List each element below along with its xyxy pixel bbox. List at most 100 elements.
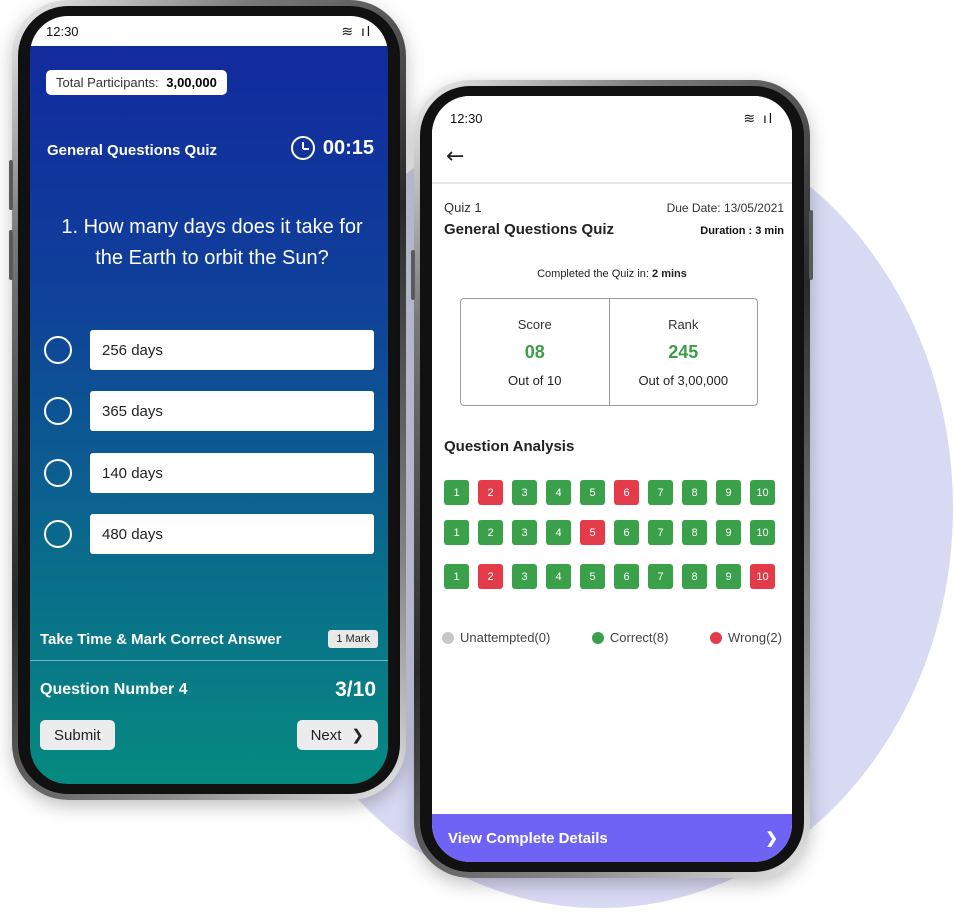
answer-option[interactable]: 256 days [44, 330, 374, 370]
question-cell-correct[interactable]: 8 [682, 520, 707, 545]
volume-button [9, 230, 13, 280]
radio-button[interactable] [44, 336, 72, 364]
quiz-meta: Quiz 1 Due Date: 13/05/2021 General Ques… [444, 200, 784, 238]
divider [30, 660, 388, 661]
question-cell-wrong[interactable]: 10 [750, 564, 775, 589]
radio-button[interactable] [44, 397, 72, 425]
question-cell-correct[interactable]: 4 [546, 480, 571, 505]
volume-button [411, 250, 415, 300]
legend-correct: Correct(8) [591, 630, 668, 645]
submit-button[interactable]: Submit [40, 720, 115, 750]
back-arrow-icon[interactable]: ← [446, 144, 464, 169]
analysis-row: 1 2 3 4 5 6 7 8 9 10 [444, 520, 775, 545]
quiz-phone: 12:30 ≋ ıl Total Participants: 3,00,000 … [9, 0, 406, 800]
score-label: Score [517, 316, 552, 332]
question-cell-wrong[interactable]: 6 [614, 480, 639, 505]
header-divider [432, 182, 792, 184]
option-label[interactable]: 140 days [90, 453, 374, 493]
option-label[interactable]: 365 days [90, 391, 374, 431]
score-rank-card: Score 08 Out of 10 Rank 245 Out of 3,00,… [460, 298, 758, 406]
legend-unattempted-label: Unattempted(0) [460, 630, 551, 645]
question-cell-correct[interactable]: 5 [580, 480, 605, 505]
score-total: Out of 10 [508, 372, 562, 388]
question-cell-correct[interactable]: 1 [444, 520, 469, 545]
answer-option[interactable]: 140 days [44, 453, 374, 493]
question-cell-wrong[interactable]: 2 [478, 564, 503, 589]
question-cell-correct[interactable]: 9 [716, 564, 741, 589]
question-cell-correct[interactable]: 4 [546, 520, 571, 545]
question-cell-correct[interactable]: 7 [648, 564, 673, 589]
answer-option[interactable]: 365 days [44, 391, 374, 431]
wrong-dot-icon [710, 631, 723, 644]
question-cell-correct[interactable]: 6 [614, 520, 639, 545]
next-button[interactable]: Next ❯ [296, 720, 378, 750]
quiz-duration: Duration : 3 min [700, 225, 784, 237]
question-cell-wrong[interactable]: 2 [478, 480, 503, 505]
answer-option[interactable]: 480 days [44, 514, 374, 554]
completion-value: 2 mins [652, 268, 687, 280]
option-label[interactable]: 256 days [90, 330, 374, 370]
question-cell-correct[interactable]: 1 [444, 564, 469, 589]
analysis-row: 1 2 3 4 5 6 7 8 9 10 [444, 564, 775, 589]
status-time: 12:30 [450, 110, 483, 126]
analysis-legend: Unattempted(0) Correct(8) Wrong(2) [442, 630, 782, 645]
option-label[interactable]: 480 days [90, 514, 374, 554]
submit-label: Submit [54, 726, 101, 744]
question-cell-correct[interactable]: 8 [682, 564, 707, 589]
unattempted-dot-icon [442, 631, 454, 644]
wifi-signal-icon: ≋ ıl [341, 22, 372, 39]
status-bar: 12:30 ≋ ıl [432, 96, 792, 140]
legend-wrong-label: Wrong(2) [728, 630, 782, 645]
question-cell-correct[interactable]: 3 [512, 480, 537, 505]
clock-icon [290, 136, 315, 160]
correct-dot-icon [591, 631, 604, 644]
power-button [809, 210, 813, 280]
quiz-screen: 12:30 ≋ ıl Total Participants: 3,00,000 … [30, 16, 388, 784]
results-phone: 12:30 ≋ ıl ← Quiz 1 Due Date: 13/05/2021… [411, 80, 813, 878]
question-text: 1. How many days does it take for the Ea… [61, 216, 363, 269]
question-cell-wrong[interactable]: 5 [580, 520, 605, 545]
instruction-row: Take Time & Mark Correct Answer 1 Mark [40, 630, 378, 648]
results-screen: 12:30 ≋ ıl ← Quiz 1 Due Date: 13/05/2021… [432, 96, 792, 862]
question-progress: 3/10 [335, 678, 376, 701]
rank-column: Rank 245 Out of 3,00,000 [608, 299, 758, 405]
participants-value: 3,00,000 [166, 75, 217, 90]
radio-button[interactable] [44, 459, 72, 487]
timer-value: 00:15 [322, 136, 374, 159]
legend-wrong: Wrong(2) [710, 630, 782, 645]
question-cell-correct[interactable]: 9 [716, 520, 741, 545]
due-date: Due Date: 13/05/2021 [666, 201, 784, 215]
wifi-signal-icon: ≋ ıl [743, 109, 774, 126]
question-cell-correct[interactable]: 4 [546, 564, 571, 589]
question-cell-correct[interactable]: 3 [512, 520, 537, 545]
question-cell-correct[interactable]: 7 [648, 520, 673, 545]
question-cell-correct[interactable]: 9 [716, 480, 741, 505]
question-cell-correct[interactable]: 1 [444, 480, 469, 505]
question-number-row: Question Number 4 3/10 [40, 678, 376, 702]
question-cell-correct[interactable]: 8 [682, 480, 707, 505]
question-cell-correct[interactable]: 7 [648, 480, 673, 505]
status-time: 12:30 [46, 23, 79, 39]
quiz-title: General Questions Quiz [47, 142, 218, 159]
question-cell-correct[interactable]: 10 [750, 480, 775, 505]
completion-label: Completed the Quiz in: [537, 268, 649, 280]
rank-value: 245 [668, 341, 699, 362]
rank-label: Rank [668, 316, 699, 332]
question-analysis-title: Question Analysis [444, 438, 575, 455]
quiz-number: Quiz 1 [444, 200, 482, 215]
quiz-title: General Questions Quiz [444, 221, 615, 238]
question-cell-correct[interactable]: 3 [512, 564, 537, 589]
question-cell-correct[interactable]: 6 [614, 564, 639, 589]
mark-badge: 1 Mark [328, 630, 378, 648]
rank-total: Out of 3,00,000 [638, 372, 729, 388]
completion-time: Completed the Quiz in: 2 mins [432, 268, 792, 280]
instruction-text: Take Time & Mark Correct Answer [40, 630, 282, 648]
radio-button[interactable] [44, 520, 72, 548]
view-details-button[interactable]: View Complete Details ❯ [432, 814, 792, 862]
question-cell-correct[interactable]: 2 [478, 520, 503, 545]
score-value: 08 [524, 341, 545, 362]
volume-button [9, 160, 13, 210]
chevron-right-icon: ❯ [351, 727, 364, 744]
question-cell-correct[interactable]: 10 [750, 520, 775, 545]
question-cell-correct[interactable]: 5 [580, 564, 605, 589]
